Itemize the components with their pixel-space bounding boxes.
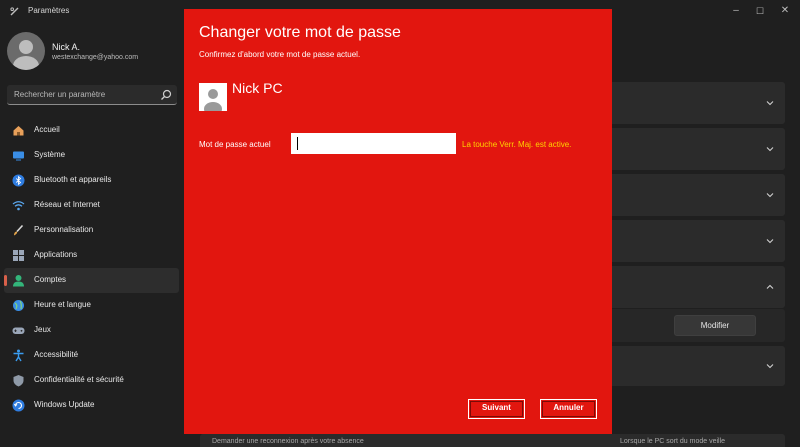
account-name: Nick PC bbox=[232, 80, 283, 96]
close-icon: ✕ bbox=[780, 5, 790, 16]
modify-button[interactable]: Modifier bbox=[674, 315, 756, 336]
sidebar-item-label: Windows Update bbox=[34, 400, 95, 409]
user-avatar-icon bbox=[204, 89, 222, 111]
maximize-button[interactable]: ☐ bbox=[752, 3, 768, 19]
user-avatar-icon bbox=[13, 40, 39, 70]
settings-app-icon bbox=[10, 7, 19, 16]
sidebar-item-windows-update[interactable]: Windows Update bbox=[4, 393, 179, 418]
chevron-down-icon bbox=[766, 364, 774, 369]
sidebar-item-personnalisation[interactable]: Personnalisation bbox=[4, 218, 179, 243]
cancel-button[interactable]: Annuler bbox=[540, 399, 597, 419]
user-name: Nick A. bbox=[52, 42, 81, 52]
minimize-icon: – bbox=[733, 5, 739, 16]
next-button[interactable]: Suivant bbox=[468, 399, 525, 419]
chevron-down-icon bbox=[766, 193, 774, 198]
minimize-button[interactable]: – bbox=[728, 3, 744, 19]
sidebar-item-systeme[interactable]: Système bbox=[4, 143, 179, 168]
chevron-up-icon bbox=[766, 284, 774, 289]
gamepad-icon bbox=[12, 327, 25, 334]
account-avatar bbox=[199, 83, 227, 111]
sidebar-item-label: Jeux bbox=[34, 325, 51, 334]
globe-icon bbox=[13, 300, 24, 311]
change-password-dialog: Changer votre mot de passe Confirmez d'a… bbox=[184, 9, 612, 434]
search-placeholder: Rechercher un paramètre bbox=[14, 90, 106, 99]
sidebar-item-label: Réseau et Internet bbox=[34, 200, 100, 209]
sidebar-item-label: Comptes bbox=[34, 275, 67, 284]
sidebar-item-label: Système bbox=[34, 150, 66, 159]
close-button[interactable]: ✕ bbox=[777, 3, 793, 19]
system-icon bbox=[13, 151, 24, 161]
sidebar-nav: Accueil Système Bluetooth et appareils R… bbox=[0, 118, 183, 418]
bluetooth-icon bbox=[12, 174, 25, 187]
sidebar-item-label: Accueil bbox=[34, 125, 60, 134]
wifi-icon bbox=[12, 201, 25, 211]
dialog-title: Changer votre mot de passe bbox=[199, 24, 401, 41]
sidebar-item-label: Bluetooth et appareils bbox=[34, 175, 112, 184]
sidebar-item-bluetooth[interactable]: Bluetooth et appareils bbox=[4, 168, 179, 193]
accessibility-icon bbox=[13, 349, 24, 362]
sidebar-item-jeux[interactable]: Jeux bbox=[4, 318, 179, 343]
setting-description: Demander une reconnexion après votre abs… bbox=[212, 438, 364, 445]
sidebar-item-heure-langue[interactable]: Heure et langue bbox=[4, 293, 179, 318]
search-icon[interactable] bbox=[160, 89, 172, 101]
sidebar-item-confidentialite[interactable]: Confidentialité et sécurité bbox=[4, 368, 179, 393]
current-password-input[interactable] bbox=[291, 133, 456, 154]
caps-lock-warning: La touche Verr. Maj. est active. bbox=[462, 140, 572, 149]
chevron-down-icon bbox=[766, 101, 774, 106]
update-icon bbox=[12, 399, 25, 412]
password-label: Mot de passe actuel bbox=[199, 140, 271, 149]
brush-icon bbox=[14, 224, 24, 236]
home-icon bbox=[13, 126, 24, 136]
apps-icon bbox=[13, 250, 24, 261]
sidebar-item-label: Heure et langue bbox=[34, 300, 91, 309]
sidebar-item-label: Confidentialité et sécurité bbox=[34, 375, 124, 384]
sidebar-item-accueil[interactable]: Accueil bbox=[4, 118, 179, 143]
chevron-down-icon bbox=[766, 147, 774, 152]
shield-icon bbox=[13, 375, 24, 387]
chevron-down-icon bbox=[766, 239, 774, 244]
sidebar-item-reseau[interactable]: Réseau et Internet bbox=[4, 193, 179, 218]
account-icon bbox=[13, 275, 24, 287]
search-box[interactable]: Rechercher un paramètre bbox=[7, 85, 177, 105]
sidebar-item-applications[interactable]: Applications bbox=[4, 243, 179, 268]
maximize-icon: ☐ bbox=[755, 6, 765, 16]
sidebar-item-label: Applications bbox=[34, 250, 78, 259]
sidebar-item-label: Personnalisation bbox=[34, 225, 94, 234]
setting-value: Lorsque le PC sort du mode veille bbox=[620, 438, 726, 445]
text-cursor bbox=[297, 137, 298, 150]
avatar bbox=[7, 32, 45, 70]
sidebar-item-comptes[interactable]: Comptes bbox=[4, 268, 179, 293]
window-title: Paramètres bbox=[28, 6, 70, 15]
dialog-subtitle: Confirmez d'abord votre mot de passe act… bbox=[199, 50, 361, 59]
sidebar-item-accessibilite[interactable]: Accessibilité bbox=[4, 343, 179, 368]
sidebar-item-label: Accessibilité bbox=[34, 350, 79, 359]
user-email: westexchange@yahoo.com bbox=[52, 54, 139, 61]
